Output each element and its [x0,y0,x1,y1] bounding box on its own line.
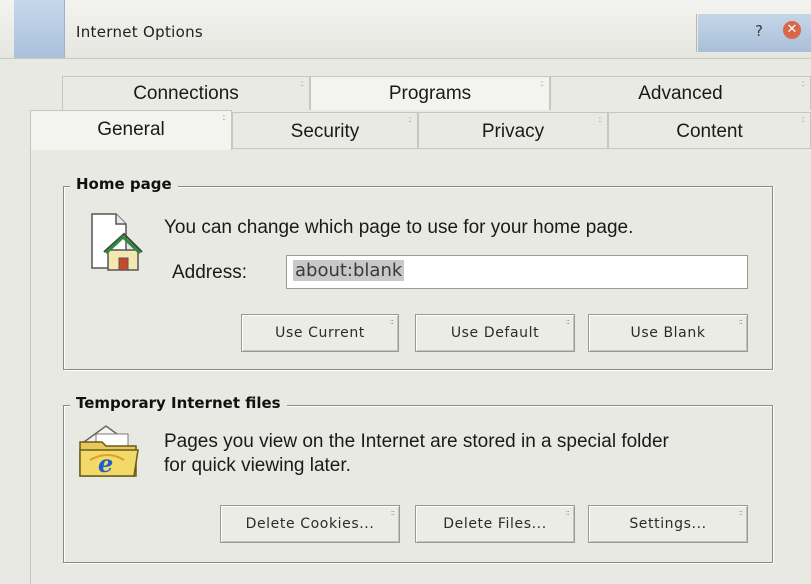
tab-label: Programs [388,83,472,104]
tab-grip: :: [222,113,227,122]
tab-label: Connections [133,83,239,104]
tab-privacy[interactable]: Privacy :: [418,112,608,150]
tab-grip: :: [801,115,806,124]
use-default-button[interactable]: Use Default :: [415,314,575,352]
button-grip: :: [390,508,396,517]
tab-label: Security [290,121,360,142]
tab-programs[interactable]: Programs :: [310,76,550,110]
title-bar: Internet Options ? ✕ [0,0,811,59]
tab-label: Privacy [481,121,545,142]
address-label: Address: [172,262,247,283]
delete-cookies-label: Delete Cookies... [245,516,375,532]
window-title: Internet Options [76,23,204,41]
tab-advanced[interactable]: Advanced :: [550,76,811,110]
tab-grip: :: [408,115,413,124]
delete-cookies-button[interactable]: Delete Cookies... :: [220,505,400,543]
use-blank-button[interactable]: Use Blank :: [588,314,748,352]
home-page-icon [91,213,143,271]
button-grip: :: [738,508,744,517]
button-grip: :: [389,317,395,326]
settings-label: Settings... [629,516,707,532]
temp-files-description-line1: Pages you view on the Internet are store… [164,431,669,452]
temp-files-description-line2: for quick viewing later. [164,455,351,476]
delete-files-label: Delete Files... [443,516,547,532]
home-page-legend: Home page [70,175,178,193]
tab-grip: :: [801,79,806,88]
ie-folder-icon: e [79,425,139,478]
address-value: about:blank [293,260,405,281]
window-icon-area [14,0,65,58]
temp-files-legend: Temporary Internet files [70,394,287,412]
tab-label: Content [676,121,743,142]
button-grip: :: [565,508,571,517]
tab-security[interactable]: Security :: [232,112,418,150]
tab-grip: :: [300,79,305,88]
tab-general[interactable]: General :: [30,110,232,150]
tab-grip: :: [540,79,545,88]
help-button[interactable]: ? [755,22,763,40]
home-page-description: You can change which page to use for you… [164,217,634,238]
use-current-label: Use Current [275,325,365,341]
settings-button[interactable]: Settings... :: [588,505,748,543]
delete-files-button[interactable]: Delete Files... :: [415,505,575,543]
tab-connections[interactable]: Connections :: [62,76,310,110]
tab-content[interactable]: Content :: [608,112,811,150]
close-button[interactable]: ✕ [783,21,801,39]
tab-label: Advanced [638,83,723,104]
button-grip: :: [565,317,571,326]
tab-label: General [97,119,165,140]
title-separator [696,14,697,52]
use-default-label: Use Default [450,325,540,341]
use-current-button[interactable]: Use Current :: [241,314,399,352]
svg-text:e: e [98,449,113,478]
tab-grip: :: [598,115,603,124]
button-grip: :: [738,317,744,326]
use-blank-label: Use Blank [630,325,706,341]
address-input[interactable]: about:blank [286,255,748,289]
